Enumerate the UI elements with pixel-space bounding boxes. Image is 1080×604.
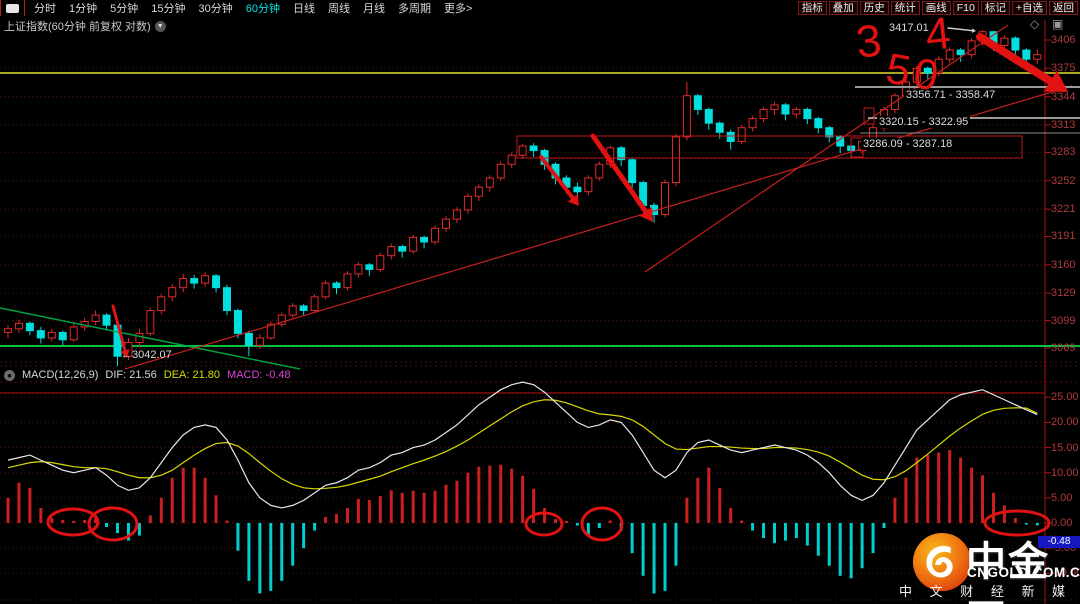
axis-tick-label: 3099 — [1051, 314, 1076, 327]
toolbar-button-标记[interactable]: 标记 — [980, 1, 1010, 15]
axis-tick-label: 20.00 — [1051, 416, 1079, 429]
toolbar-button-F10[interactable]: F10 — [952, 1, 979, 15]
axis-tick-label: 3160 — [1051, 258, 1076, 271]
axis-tick-label: 3406 — [1051, 34, 1076, 46]
toolbar-button-返回[interactable]: 返回 — [1049, 1, 1078, 15]
toolbar-button-指标[interactable]: 指标 — [797, 1, 827, 15]
toolbar-button-历史[interactable]: 历史 — [859, 1, 889, 15]
period-tab-分时[interactable]: 分时 — [34, 0, 56, 16]
price-annotation-label: 3286.09 - 3287.18 — [861, 138, 955, 150]
chart-title-row: 上证指数(60分钟 前复权 对数) ▼ — [4, 18, 166, 34]
price-annotation-label: 3320.15 - 3322.95 — [877, 116, 971, 128]
handwritten-annotation: 50 — [882, 44, 946, 102]
axis-tick-label: 3252 — [1051, 174, 1076, 187]
toolbar-button-统计[interactable]: 统计 — [890, 1, 920, 15]
cngold-tagline: 中 文 财 经 新 媒 体 — [899, 584, 1080, 599]
toolbar-button-+自选[interactable]: +自选 — [1011, 1, 1047, 15]
window-icon-wrap — [0, 0, 25, 16]
macd-settings-icon[interactable]: ● — [4, 369, 15, 381]
axis-tick-label: 3313 — [1051, 118, 1076, 131]
period-tab-更多>[interactable]: 更多> — [444, 0, 472, 16]
axis-tick-label: 3375 — [1051, 62, 1076, 75]
app-window: 分时 1分钟 5分钟 15分钟 30分钟 60分钟 日线 周线 月线 多周期 更多> 指标 叠加 历史统… — [0, 0, 1080, 604]
window-icon[interactable] — [6, 3, 19, 13]
axis-tick-label: 3129 — [1051, 287, 1076, 300]
toolbar-button-叠加[interactable]: 叠加 — [828, 1, 858, 15]
period-tab-30分钟[interactable]: 30分钟 — [199, 0, 233, 16]
diamond-icon[interactable]: ◇ — [1030, 18, 1039, 30]
period-tab-周线[interactable]: 周线 — [328, 0, 350, 16]
chevron-down-icon[interactable]: ▼ — [154, 20, 166, 32]
price-annotation-label: ←3042.07 — [121, 349, 172, 361]
period-tab-1分钟[interactable]: 1分钟 — [69, 0, 97, 16]
axis-tick-label: 5.00 — [1051, 491, 1073, 504]
axis-tick-label: 3344 — [1051, 90, 1076, 103]
axis-tick-label: 3191 — [1051, 230, 1076, 243]
toolbar: 分时 1分钟 5分钟 15分钟 30分钟 60分钟 日线 周线 月线 多周期 更多> 指标 叠加 历史统… — [0, 0, 1080, 16]
macd-dif-value: DIF: 21.56 — [105, 369, 157, 381]
period-tab-多周期[interactable]: 多周期 — [398, 0, 431, 16]
period-tabs: 分时 1分钟 5分钟 15分钟 30分钟 60分钟 日线 周线 月线 多周期 更多> — [34, 0, 472, 16]
axis-tick-label: 15.00 — [1051, 441, 1079, 454]
axis-tick-label: 10.00 — [1051, 466, 1079, 479]
period-tab-日线[interactable]: 日线 — [293, 0, 315, 16]
chart-title: 上证指数(60分钟 前复权 对数) — [4, 21, 151, 33]
axis-tick-label: 25.00 — [1051, 391, 1079, 404]
axis-tick-label: 3069 — [1051, 342, 1076, 354]
macd-value: MACD: -0.48 — [227, 369, 291, 381]
period-tab-5分钟[interactable]: 5分钟 — [110, 0, 138, 16]
toolbar-button-画线[interactable]: 画线 — [921, 1, 951, 15]
macd-header: ● MACD(12,26,9) DIF: 21.56 DEA: 21.80 MA… — [4, 369, 291, 381]
axis-tick-label: 3221 — [1051, 203, 1076, 216]
period-tab-60分钟[interactable]: 60分钟 — [246, 0, 280, 16]
snapshot-icon[interactable]: ▣ — [1052, 18, 1063, 30]
axis-tick-label: 0.00 — [1051, 517, 1073, 529]
macd-formula: MACD(12,26,9) — [22, 369, 99, 381]
toolbar-right-buttons: 指标 叠加 历史 统计 画线 F10 标记 +自选 返回 — [797, 1, 1078, 15]
axis-tick-label: 3283 — [1051, 146, 1076, 159]
period-tab-月线[interactable]: 月线 — [363, 0, 385, 16]
period-tab-15分钟[interactable]: 15分钟 — [151, 0, 185, 16]
macd-dea-value: DEA: 21.80 — [163, 369, 221, 381]
cngold-domain: CNGOLD.COM.CN — [967, 565, 1080, 580]
